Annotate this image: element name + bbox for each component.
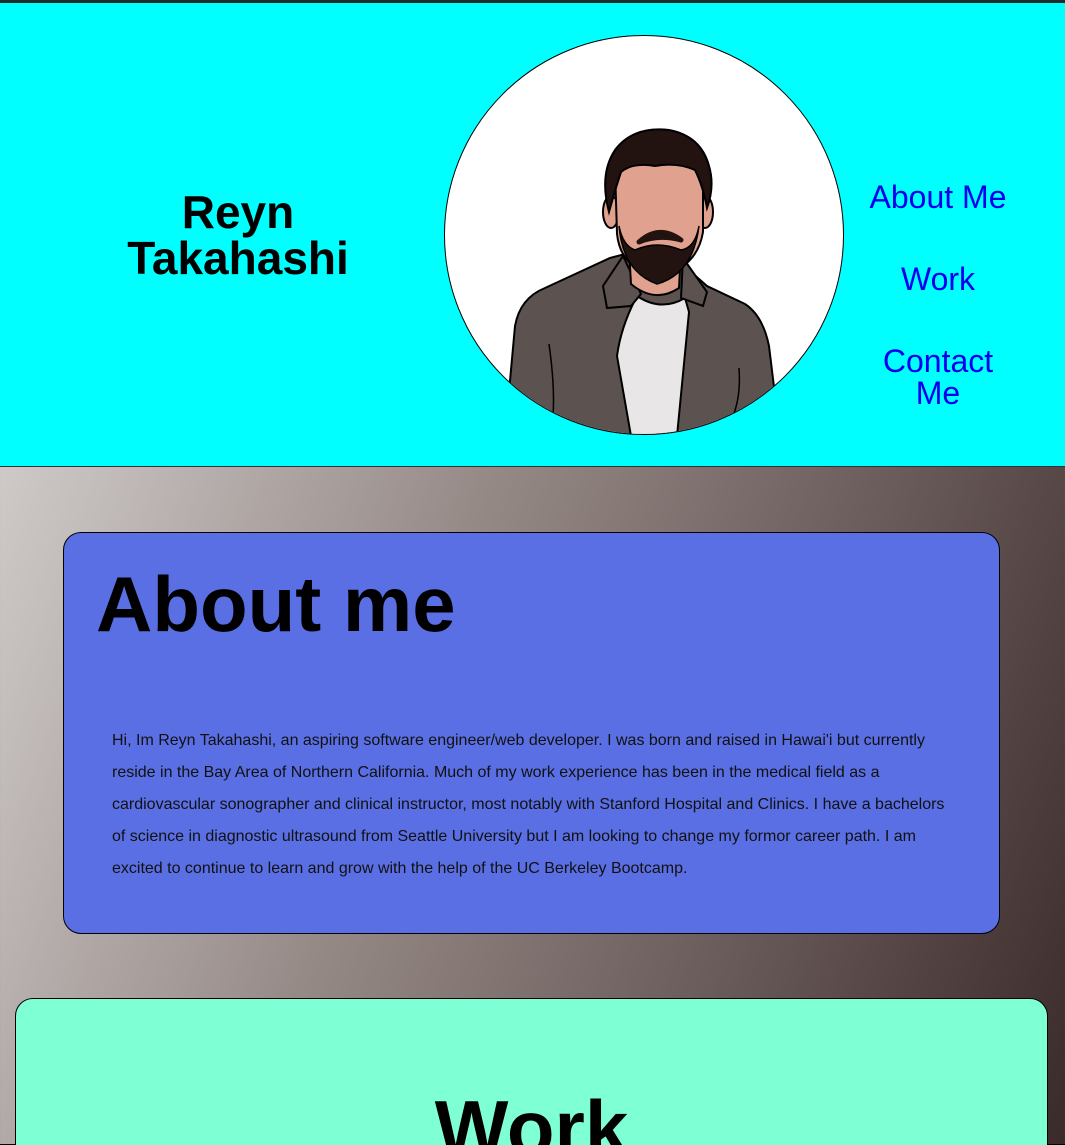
portrait-image (444, 35, 844, 435)
nav-link-about-me[interactable]: About Me (860, 181, 1016, 213)
site-header: Reyn Takahashi About Me Work Contact Me (0, 3, 1065, 467)
work-section: Work (15, 998, 1048, 1145)
about-section: About me Hi, Im Reyn Takahashi, an aspir… (63, 532, 1000, 934)
nav-link-work[interactable]: Work (860, 263, 1016, 295)
nav-link-contact-me[interactable]: Contact Me (860, 345, 1016, 409)
main-nav: About Me Work Contact Me (860, 3, 1016, 466)
work-heading: Work (434, 1084, 629, 1145)
site-name: Reyn Takahashi (127, 186, 349, 284)
about-heading: About me (96, 560, 456, 648)
portrait-illustration-icon (504, 128, 781, 434)
about-paragraph: Hi, Im Reyn Takahashi, an aspiring softw… (112, 732, 945, 877)
